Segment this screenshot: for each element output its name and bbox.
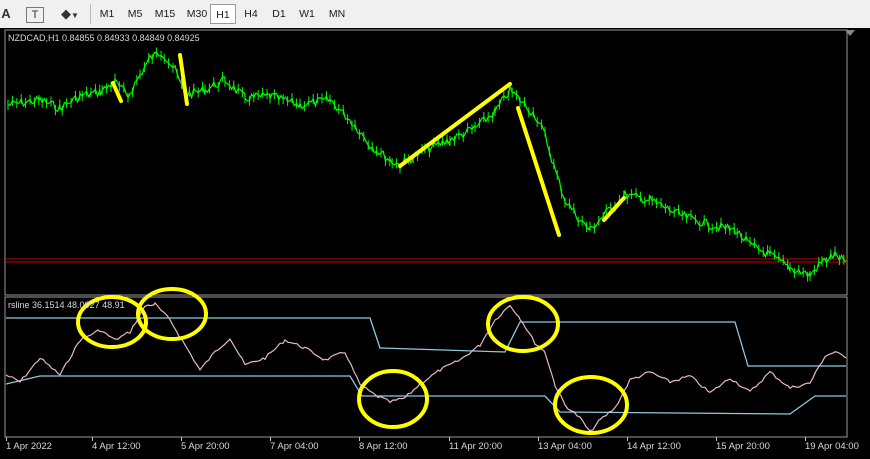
toolbar: A T ◆▼ M1 M5 M15 M30 H1 H4 D1 W1 MN <box>0 0 870 29</box>
objects-icon: ◆ <box>61 6 72 21</box>
x-axis-label: 7 Apr 04:00 <box>270 441 319 452</box>
x-axis-label: 13 Apr 04:00 <box>538 441 592 452</box>
x-axis-label: 5 Apr 20:00 <box>181 441 230 452</box>
text-label-tool-button[interactable]: T <box>26 7 44 23</box>
price-series <box>7 51 847 279</box>
timeframe-mn[interactable]: MN <box>322 4 352 24</box>
x-axis-label: 1 Apr 2022 <box>6 441 52 452</box>
text-tool-button[interactable]: A <box>0 4 12 24</box>
indicator-title: rsline 36.1514 48.0027 48.91 <box>8 300 125 310</box>
x-axis-label: 14 Apr 12:00 <box>627 441 681 452</box>
timeframe-m5[interactable]: M5 <box>122 4 148 24</box>
x-axis-label: 8 Apr 12:00 <box>359 441 408 452</box>
trendline-3 <box>398 82 512 168</box>
main-pane-frame <box>4 29 848 296</box>
chart-canvas <box>4 29 855 438</box>
circles <box>76 287 629 435</box>
x-axis-label: 4 Apr 12:00 <box>92 441 141 452</box>
circle-marker-3 <box>357 369 429 429</box>
timeframe-m1[interactable]: M1 <box>94 4 120 24</box>
chevron-down-icon: ▼ <box>71 11 79 20</box>
objects-tool-button[interactable]: ◆▼ <box>56 4 84 24</box>
main-chart-title: NZDCAD,H1 0.84855 0.84933 0.84849 0.8492… <box>8 33 200 43</box>
timeframe-h4[interactable]: H4 <box>238 4 264 24</box>
chart-window[interactable] <box>0 28 870 459</box>
timeframe-w1[interactable]: W1 <box>294 4 320 24</box>
trendline-4 <box>516 106 561 237</box>
x-axis-label: 15 Apr 20:00 <box>716 441 770 452</box>
timeframe-d1[interactable]: D1 <box>266 4 292 24</box>
toolbar-separator <box>90 4 91 24</box>
x-axis-label: 19 Apr 04:00 <box>805 441 859 452</box>
timeframe-m15[interactable]: M15 <box>150 4 180 24</box>
timeframe-m30[interactable]: M30 <box>182 4 212 24</box>
timeframe-h1[interactable]: H1 <box>210 4 236 24</box>
trendline-2 <box>178 53 189 106</box>
candles <box>7 47 845 282</box>
x-axis-label: 11 Apr 20:00 <box>449 441 503 452</box>
